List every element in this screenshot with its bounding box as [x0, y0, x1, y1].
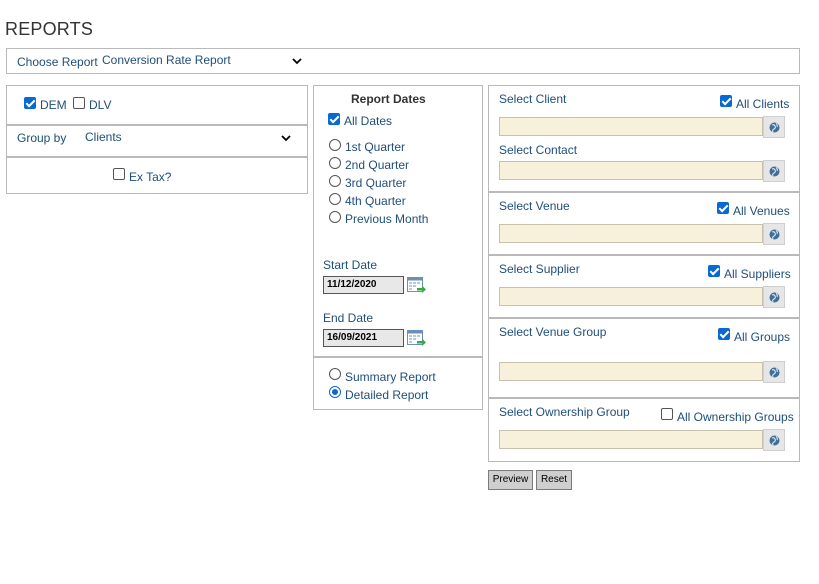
venue-group-lookup-button[interactable]: [763, 361, 785, 383]
start-date-input[interactable]: 11/12/2020: [323, 276, 404, 294]
select-client-label: Select Client: [499, 92, 567, 106]
quarter-1-radio[interactable]: [329, 139, 341, 151]
all-venues-checkbox[interactable]: [717, 202, 729, 214]
previous-month-radio[interactable]: [329, 211, 341, 223]
venue-field[interactable]: [499, 224, 763, 243]
detailed-report-label: Detailed Report: [345, 388, 429, 402]
detailed-report-radio[interactable]: [329, 386, 341, 398]
group-by-label: Group by: [17, 131, 67, 145]
quarter-1-label: 1st Quarter: [345, 140, 406, 154]
all-clients-label: All Clients: [736, 97, 790, 111]
ownership-group-panel: Select Ownership Group All Ownership Gro…: [488, 398, 800, 462]
quarter-3-radio[interactable]: [329, 175, 341, 187]
venue-lookup-button[interactable]: [763, 223, 785, 245]
choose-report-bar: Choose Report Conversion Rate Report: [6, 48, 800, 74]
dlv-label: DLV: [89, 98, 112, 112]
supplier-field[interactable]: [499, 287, 763, 306]
group-by-panel: Group by Clients: [6, 125, 308, 157]
all-groups-label: All Groups: [734, 330, 791, 344]
ownership-group-lookup-button[interactable]: [763, 429, 785, 451]
all-venues-label: All Venues: [733, 204, 790, 218]
all-suppliers-label: All Suppliers: [724, 267, 791, 281]
ex-tax-checkbox[interactable]: [113, 168, 125, 180]
contact-lookup-button[interactable]: [763, 160, 785, 182]
all-ownership-groups-label: All Ownership Groups: [677, 410, 794, 424]
start-date-label: Start Date: [323, 258, 378, 272]
all-clients-checkbox[interactable]: [720, 95, 732, 107]
quarter-2-radio[interactable]: [329, 157, 341, 169]
choose-report-select-value: Conversion Rate Report: [102, 53, 231, 67]
supplier-panel: Select Supplier All Suppliers: [488, 255, 800, 318]
summary-report-label: Summary Report: [345, 370, 436, 384]
page-title: REPORTS: [5, 19, 94, 39]
choose-report-select[interactable]: Conversion Rate Report: [102, 54, 306, 69]
globe-icon: [769, 166, 780, 177]
all-ownership-groups-checkbox[interactable]: [661, 408, 673, 420]
all-suppliers-checkbox[interactable]: [708, 265, 720, 277]
globe-icon: [769, 122, 780, 133]
venue-group-field[interactable]: [499, 362, 763, 381]
choose-report-label: Choose Report: [17, 55, 98, 69]
group-by-select[interactable]: Clients: [85, 131, 295, 146]
report-dates-panel: Report Dates All Dates 1st Quarter 2nd Q…: [313, 85, 483, 357]
select-venue-group-label: Select Venue Group: [499, 325, 607, 339]
dem-label: DEM: [40, 98, 67, 112]
supplier-lookup-button[interactable]: [763, 286, 785, 308]
report-dates-heading: Report Dates: [351, 92, 426, 106]
all-dates-checkbox[interactable]: [328, 113, 340, 125]
quarter-4-label: 4th Quarter: [345, 194, 406, 208]
client-panel: Select Client All Clients Select Contact: [488, 85, 800, 192]
select-contact-label: Select Contact: [499, 143, 578, 157]
ownership-group-field[interactable]: [499, 430, 763, 449]
calendar-icon[interactable]: [407, 329, 426, 346]
division-panel: DEM DLV: [6, 85, 308, 125]
ex-tax-panel: Ex Tax?: [6, 157, 308, 194]
previous-month-label: Previous Month: [345, 212, 429, 226]
select-venue-label: Select Venue: [499, 199, 570, 213]
venue-group-panel: Select Venue Group All Groups: [488, 318, 800, 398]
quarter-3-label: 3rd Quarter: [345, 176, 407, 190]
contact-field[interactable]: [499, 161, 763, 180]
quarter-2-label: 2nd Quarter: [345, 158, 410, 172]
all-groups-checkbox[interactable]: [718, 328, 730, 340]
globe-icon: [769, 229, 780, 240]
globe-icon: [769, 435, 780, 446]
ex-tax-label: Ex Tax?: [129, 170, 172, 184]
all-dates-label: All Dates: [344, 114, 393, 128]
end-date-input[interactable]: 16/09/2021: [323, 329, 404, 347]
calendar-icon[interactable]: [407, 276, 426, 293]
dem-checkbox[interactable]: [24, 97, 36, 109]
select-supplier-label: Select Supplier: [499, 262, 580, 276]
group-by-select-value: Clients: [85, 130, 122, 144]
globe-icon: [769, 292, 780, 303]
client-lookup-button[interactable]: [763, 116, 785, 138]
end-date-label: End Date: [323, 311, 374, 325]
summary-report-radio[interactable]: [329, 368, 341, 380]
dlv-checkbox[interactable]: [73, 97, 85, 109]
reset-button[interactable]: Reset: [536, 470, 572, 490]
report-type-panel: Summary Report Detailed Report: [313, 357, 483, 410]
globe-icon: [769, 367, 780, 378]
venue-panel: Select Venue All Venues: [488, 192, 800, 255]
client-field[interactable]: [499, 117, 763, 136]
select-ownership-group-label: Select Ownership Group: [499, 405, 630, 419]
quarter-4-radio[interactable]: [329, 193, 341, 205]
preview-button[interactable]: Preview: [488, 470, 533, 490]
